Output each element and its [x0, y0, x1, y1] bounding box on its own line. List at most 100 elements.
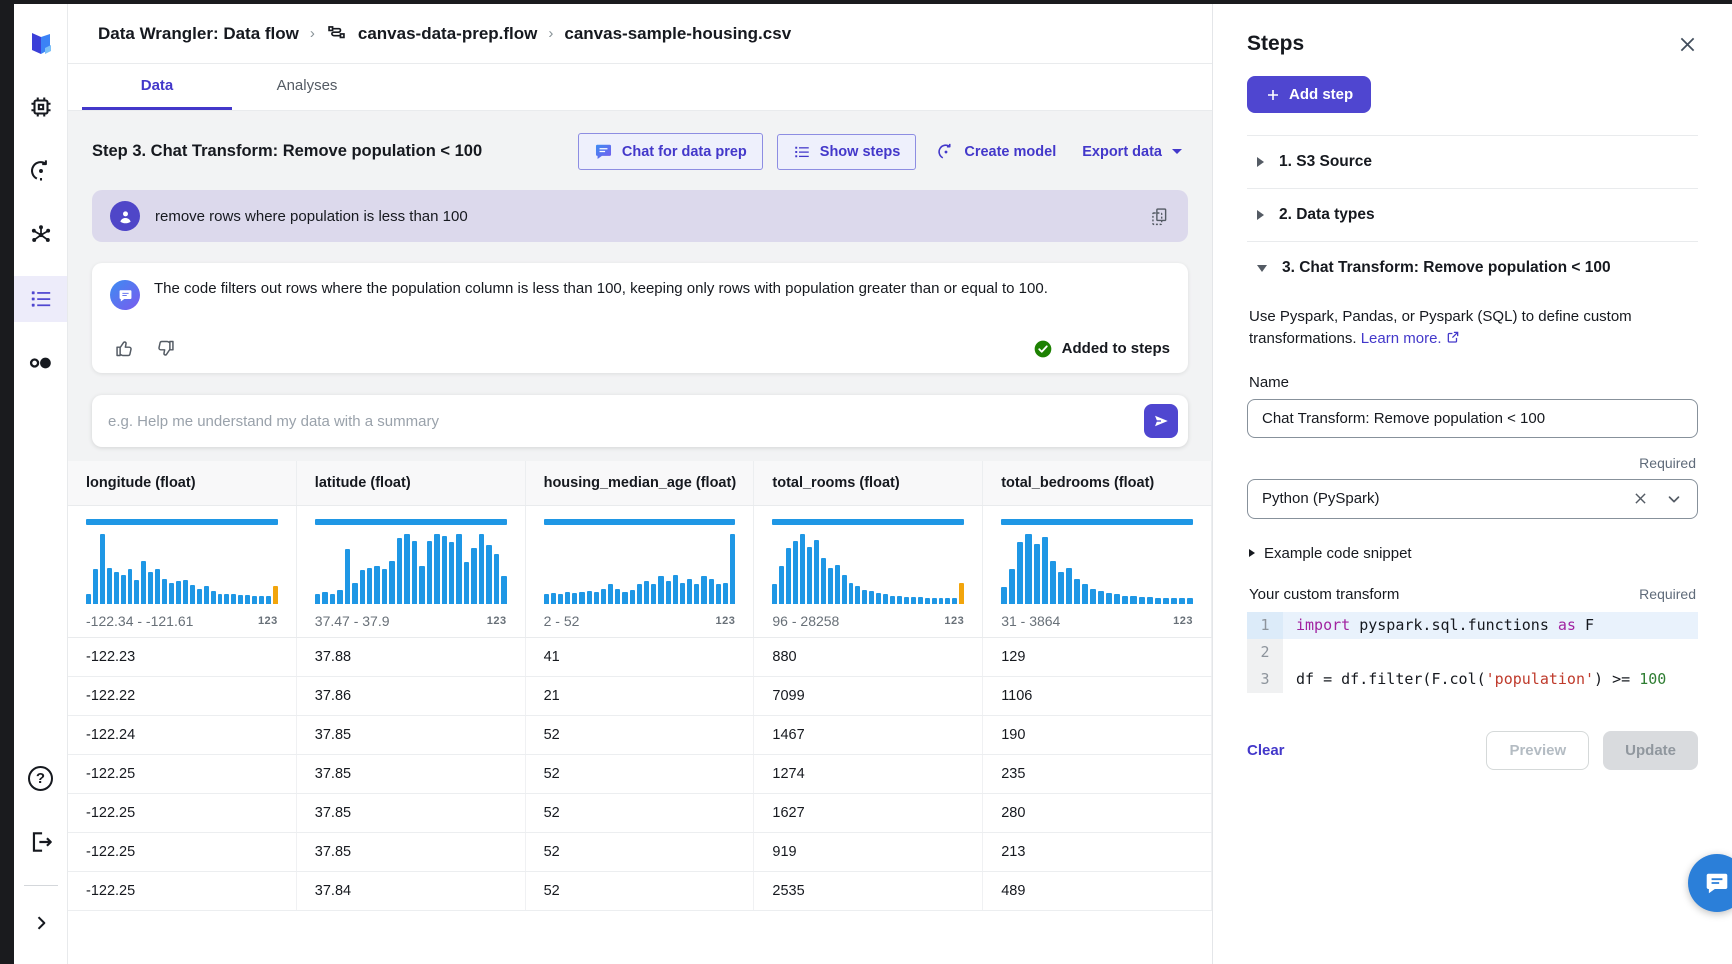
table-cell: 919 — [754, 833, 983, 871]
column-range: -122.34 - -121.61 — [86, 613, 193, 629]
chevron-right-icon — [1257, 157, 1264, 167]
table-histogram-row: -122.34 - -121.6112337.47 - 37.91232 - 5… — [68, 506, 1212, 638]
tab-analyses[interactable]: Analyses — [232, 64, 382, 110]
left-sidebar: ? — [0, 4, 68, 964]
histogram — [86, 534, 278, 604]
histogram — [772, 534, 964, 604]
table-cell: -122.25 — [68, 755, 297, 793]
histogram — [1001, 534, 1193, 604]
tab-data[interactable]: Data — [82, 64, 232, 110]
chat-fab-button[interactable] — [1688, 854, 1732, 912]
column-header[interactable]: total_rooms (float) — [754, 461, 983, 505]
language-select[interactable]: Python (PySpark) — [1247, 479, 1698, 519]
learn-more-link[interactable]: Learn more. — [1361, 330, 1460, 347]
deploy-icon[interactable] — [14, 148, 67, 194]
close-icon[interactable] — [1677, 34, 1698, 55]
create-model-icon — [936, 142, 956, 162]
numeric-type-icon: 123 — [258, 615, 278, 627]
valid-data-bar — [544, 519, 736, 525]
create-model-button[interactable]: Create model — [930, 134, 1062, 170]
valid-data-bar — [1001, 519, 1193, 525]
table-cell: 1627 — [754, 794, 983, 832]
step-item-data-types[interactable]: 2. Data types — [1247, 189, 1698, 242]
help-icon[interactable]: ? — [14, 755, 67, 801]
steps-panel: Steps Add step 1. S3 Source 2. Data type… — [1212, 4, 1732, 964]
chevron-down-icon — [1257, 265, 1267, 272]
code-line: 2 — [1247, 639, 1698, 666]
clear-button[interactable]: Clear — [1247, 742, 1285, 759]
code-editor[interactable]: 1import pyspark.sql.functions as F23df =… — [1247, 612, 1698, 693]
table-cell: 21 — [526, 677, 755, 715]
table-cell: 41 — [526, 638, 755, 676]
table-cell: 52 — [526, 755, 755, 793]
column-range: 31 - 3864 — [1001, 613, 1060, 629]
copy-icon[interactable] — [1149, 206, 1170, 227]
table-cell: -122.25 — [68, 794, 297, 832]
column-header[interactable]: longitude (float) — [68, 461, 297, 505]
table-cell: 489 — [983, 872, 1212, 910]
table-cell: 7099 — [754, 677, 983, 715]
breadcrumb-current-file: canvas-sample-housing.csv — [564, 24, 791, 44]
table-cell: 52 — [526, 872, 755, 910]
numeric-type-icon: 123 — [1173, 615, 1193, 627]
update-button[interactable]: Update — [1603, 731, 1698, 770]
column-summary-cell: 96 - 28258123 — [754, 506, 983, 637]
step-item-s3-source[interactable]: 1. S3 Source — [1247, 136, 1698, 189]
clear-selection-icon[interactable] — [1632, 490, 1649, 507]
table-cell: 52 — [526, 794, 755, 832]
chat-input-box — [92, 395, 1188, 447]
column-header[interactable]: total_bedrooms (float) — [983, 461, 1212, 505]
table-cell: 52 — [526, 716, 755, 754]
logout-icon[interactable] — [14, 819, 67, 865]
breadcrumb-data-flow[interactable]: Data Wrangler: Data flow — [98, 24, 299, 44]
table-cell: -122.24 — [68, 716, 297, 754]
data-wrangler-nav-icon[interactable] — [14, 276, 67, 322]
table-cell: 37.85 — [297, 794, 526, 832]
name-input[interactable] — [1247, 399, 1698, 438]
preview-button[interactable]: Preview — [1486, 731, 1589, 770]
table-cell: -122.22 — [68, 677, 297, 715]
table-row: -122.2337.8841880129 — [68, 638, 1212, 677]
table-row: -122.2437.85521467190 — [68, 716, 1212, 755]
send-button[interactable] — [1144, 404, 1178, 438]
table-cell: -122.25 — [68, 833, 297, 871]
toggle-circles-icon[interactable] — [14, 340, 67, 386]
table-cell: 2535 — [754, 872, 983, 910]
expand-sidebar-icon[interactable] — [14, 900, 67, 946]
column-header[interactable]: housing_median_age (float) — [526, 461, 755, 505]
table-cell: -122.25 — [68, 872, 297, 910]
step-title: Step 3. Chat Transform: Remove populatio… — [92, 142, 578, 161]
step-item-chat-transform[interactable]: 3. Chat Transform: Remove population < 1… — [1247, 242, 1698, 294]
column-summary-cell: 37.47 - 37.9123 — [297, 506, 526, 637]
plus-icon — [1265, 87, 1281, 103]
assistant-chat-message: The code filters out rows where the popu… — [92, 263, 1188, 373]
column-summary-cell: 31 - 3864 123 — [983, 506, 1212, 637]
column-header[interactable]: latitude (float) — [297, 461, 526, 505]
assistant-avatar — [110, 280, 140, 310]
valid-data-bar — [772, 519, 964, 525]
thumbs-up-icon[interactable] — [114, 338, 135, 359]
table-cell: 1106 — [983, 677, 1212, 715]
chip-icon[interactable] — [14, 84, 67, 130]
thumbs-down-icon[interactable] — [155, 338, 176, 359]
numeric-type-icon: 123 — [487, 615, 507, 627]
chat-input[interactable] — [108, 413, 1134, 430]
chat-for-data-prep-button[interactable]: Chat for data prep — [578, 133, 763, 170]
canvas-logo-icon[interactable] — [14, 20, 67, 66]
export-data-button[interactable]: Export data — [1076, 136, 1188, 168]
transform-description: Use Pyspark, Pandas, or Pyspark (SQL) to… — [1247, 306, 1698, 350]
table-cell: 880 — [754, 638, 983, 676]
example-code-snippet-toggle[interactable]: Example code snippet — [1247, 545, 1698, 562]
show-steps-button[interactable]: Show steps — [777, 134, 917, 170]
user-message-text: remove rows where population is less tha… — [155, 208, 468, 225]
cluster-icon[interactable] — [14, 212, 67, 258]
app-window: ? Data Wrangler: Data flow › canvas-data… — [0, 0, 1732, 964]
column-range: 2 - 52 — [544, 613, 580, 629]
add-step-button[interactable]: Add step — [1247, 76, 1371, 113]
breadcrumb-flow-file[interactable]: canvas-data-prep.flow — [358, 24, 538, 44]
table-cell: 52 — [526, 833, 755, 871]
required-label: Required — [1639, 586, 1696, 602]
table-row: -122.2537.8552919213 — [68, 833, 1212, 872]
table-row: -122.2537.84522535489 — [68, 872, 1212, 911]
table-cell: 213 — [983, 833, 1212, 871]
